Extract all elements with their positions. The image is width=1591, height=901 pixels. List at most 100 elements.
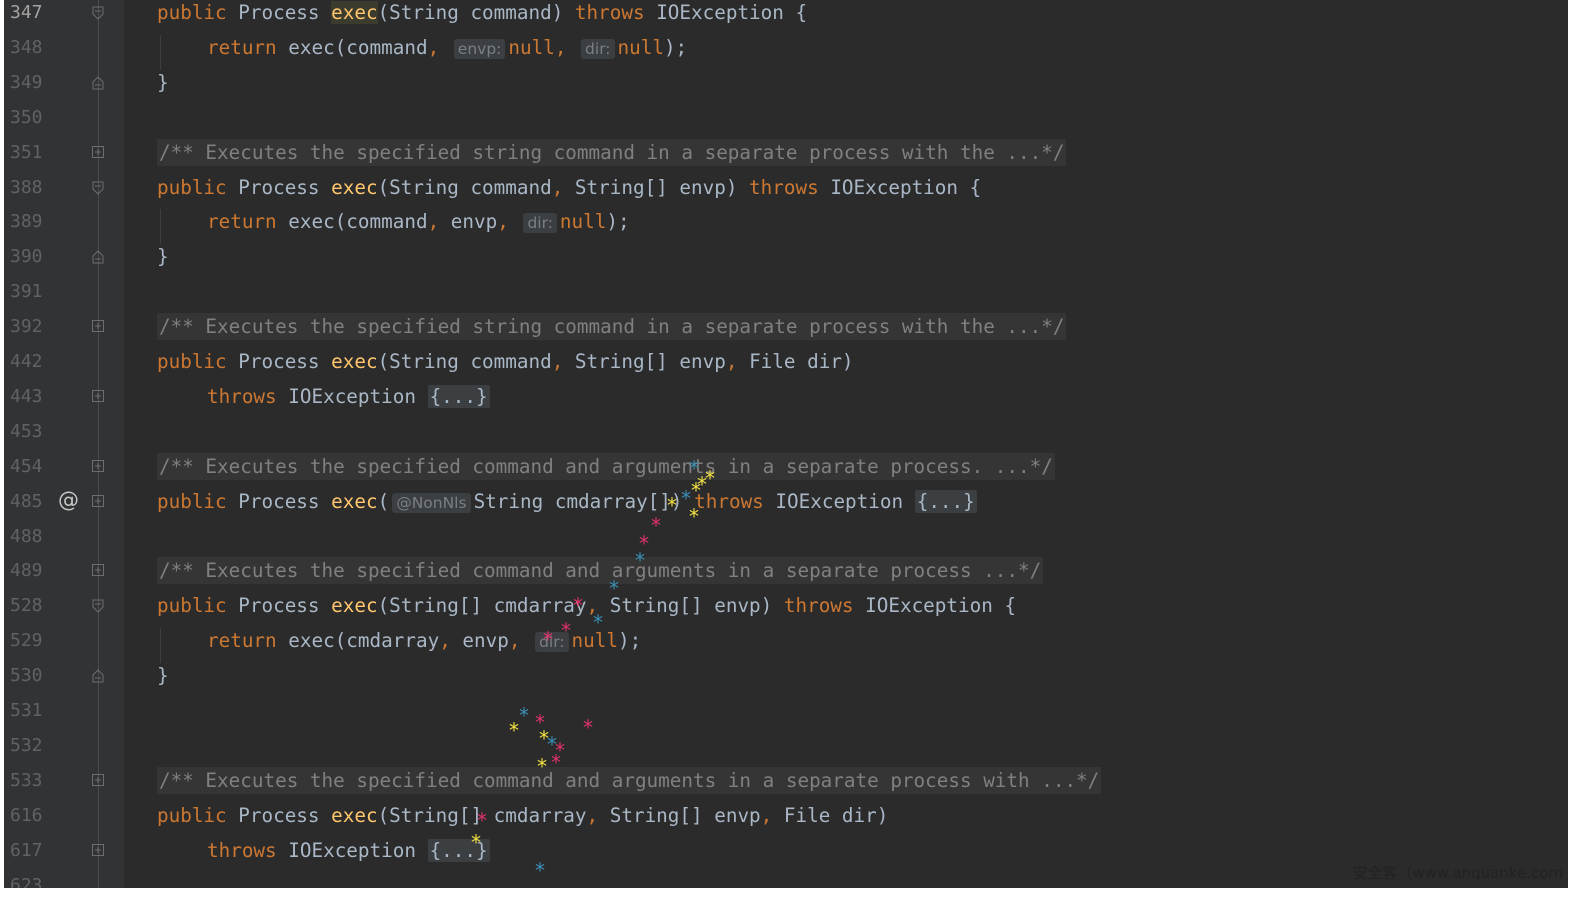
code-text: return exec(command, envp: null, dir: null… <box>207 35 687 62</box>
expand-fold-icon[interactable] <box>92 564 104 577</box>
code-token: return <box>207 35 289 59</box>
line-number: 389 <box>10 211 43 233</box>
folded-region[interactable]: {...} <box>427 838 490 862</box>
code-token: null <box>559 210 607 234</box>
line-number: 392 <box>10 316 43 338</box>
code-text: } <box>157 244 169 269</box>
code-token: IOException { <box>656 1 808 24</box>
line-number: 351 <box>10 141 43 163</box>
code-token: (String[] cmdarray <box>377 803 587 827</box>
code-token: IOException <box>288 384 428 408</box>
folded-region[interactable]: {...} <box>427 384 490 408</box>
code-line[interactable]: 442 public Process exec(String command, S… <box>4 349 1568 384</box>
code-token: String cmdarray[]) <box>473 489 695 513</box>
code-line[interactable]: 531 <box>4 698 1568 733</box>
code-token: (String[] cmdarray <box>377 594 587 618</box>
code-token: Process <box>238 1 332 24</box>
line-number: 617 <box>10 839 43 861</box>
code-line[interactable]: 391 <box>4 279 1568 314</box>
code-line[interactable]: 453 <box>4 419 1568 454</box>
folded-region[interactable]: {...} <box>914 489 977 513</box>
code-token: IOException <box>288 838 428 862</box>
code-token: public <box>157 1 239 24</box>
expand-fold-icon[interactable] <box>92 145 104 158</box>
code-token: Process <box>238 350 332 373</box>
parameter-hint: dir: <box>535 632 569 653</box>
annotation-icon[interactable]: @ <box>58 488 79 513</box>
code-line[interactable]: 485 @ public Process exec(@NonNls String cm… <box>4 488 1568 524</box>
code-token: , <box>760 803 784 827</box>
code-line[interactable]: 488 <box>4 524 1568 559</box>
code-token: public <box>157 175 239 199</box>
code-editor[interactable]: 347 public Process exec(String command) t… <box>4 0 1568 888</box>
code-line[interactable]: 347 public Process exec(String command) t… <box>4 0 1568 35</box>
code-line[interactable]: 349} <box>4 70 1568 105</box>
fold-open-icon[interactable] <box>92 181 104 195</box>
code-line[interactable]: 529 return exec(cmdarray, envp, dir: null)… <box>4 628 1568 663</box>
line-number: 390 <box>10 246 43 268</box>
code-text: return exec(cmdarray, envp, dir: null); <box>207 628 641 655</box>
code-token: , <box>586 594 610 618</box>
code-token: , <box>551 175 575 199</box>
line-number: 532 <box>10 734 43 756</box>
code-token: null <box>571 629 618 653</box>
code-line[interactable]: 390} <box>4 244 1568 279</box>
line-number: 350 <box>10 106 43 128</box>
code-token: IOException { <box>830 175 982 199</box>
code-token: exec(command <box>288 35 428 59</box>
expand-fold-icon[interactable] <box>92 494 104 507</box>
code-token: String[] envp) <box>574 175 750 199</box>
code-token: public <box>157 803 239 827</box>
code-line[interactable]: 350 <box>4 105 1568 140</box>
code-line[interactable]: 530} <box>4 663 1568 698</box>
line-number: 442 <box>10 351 43 372</box>
code-token: IOException <box>775 489 915 513</box>
code-line[interactable]: 616 public Process exec(String[] cmdarray… <box>4 803 1568 838</box>
fold-open-icon[interactable] <box>92 599 104 614</box>
fold-close-icon[interactable] <box>92 76 104 90</box>
line-number: 529 <box>10 630 43 652</box>
code-line[interactable]: 454 /** Executes the specified command an… <box>4 452 1568 489</box>
code-token: , <box>427 35 451 59</box>
indent-guide <box>160 209 161 245</box>
code-line[interactable]: 623 <box>4 873 1568 889</box>
code-line[interactable]: 489 /** Executes the specified command an… <box>4 557 1568 593</box>
code-token: throws <box>207 384 289 408</box>
code-line[interactable]: 388 public Process exec(String command, S… <box>4 175 1568 210</box>
fold-close-icon[interactable] <box>92 250 104 264</box>
code-token: File dir) <box>749 350 854 373</box>
code-token: throws <box>783 594 866 618</box>
code-token: , <box>725 350 750 373</box>
code-line[interactable]: 392 /** Executes the specified string com… <box>4 313 1568 349</box>
code-line[interactable]: 528 public Process exec(String[] cmdarray… <box>4 593 1568 628</box>
expand-fold-icon[interactable] <box>92 320 104 333</box>
code-token: String[] envp <box>574 350 726 373</box>
code-text: /** Executes the specified command and a… <box>157 766 1102 794</box>
code-token: ); <box>617 629 642 653</box>
parameter-hint: @NonNls <box>392 492 471 513</box>
expand-fold-icon[interactable] <box>92 773 104 786</box>
code-token: public <box>157 594 239 618</box>
code-line[interactable]: 617 throws IOException {...} <box>4 838 1568 873</box>
code-token: exec <box>331 175 378 199</box>
code-line[interactable]: 533 /** Executes the specified command an… <box>4 766 1568 803</box>
expand-fold-icon[interactable] <box>92 459 104 472</box>
expand-fold-icon[interactable] <box>92 843 104 856</box>
code-token: Process <box>238 489 332 513</box>
code-line[interactable]: 389 return exec(command, envp, dir: null); <box>4 209 1568 244</box>
expand-fold-icon[interactable] <box>92 389 104 402</box>
code-token: /** Executes the specified string comman… <box>157 138 1067 166</box>
code-line[interactable]: 443 throws IOException {...} <box>4 384 1568 419</box>
line-number: 533 <box>10 769 43 791</box>
indent-guide <box>160 34 161 70</box>
code-text: public Process exec(String[] cmdarray, S… <box>157 803 888 828</box>
code-token: throws <box>207 838 289 862</box>
fold-close-icon[interactable] <box>92 669 104 683</box>
code-line[interactable]: 348 return exec(command, envp: null, dir: n… <box>4 35 1568 70</box>
code-token: exec <box>331 350 378 373</box>
code-line[interactable]: 532 <box>4 733 1568 768</box>
code-text: public Process exec(String[] cmdarray, S… <box>157 593 1016 618</box>
code-text: public Process exec(@NonNls String cmdarr… <box>157 489 977 516</box>
code-line[interactable]: 351 /** Executes the specified string com… <box>4 138 1568 175</box>
fold-open-icon[interactable] <box>92 6 104 20</box>
